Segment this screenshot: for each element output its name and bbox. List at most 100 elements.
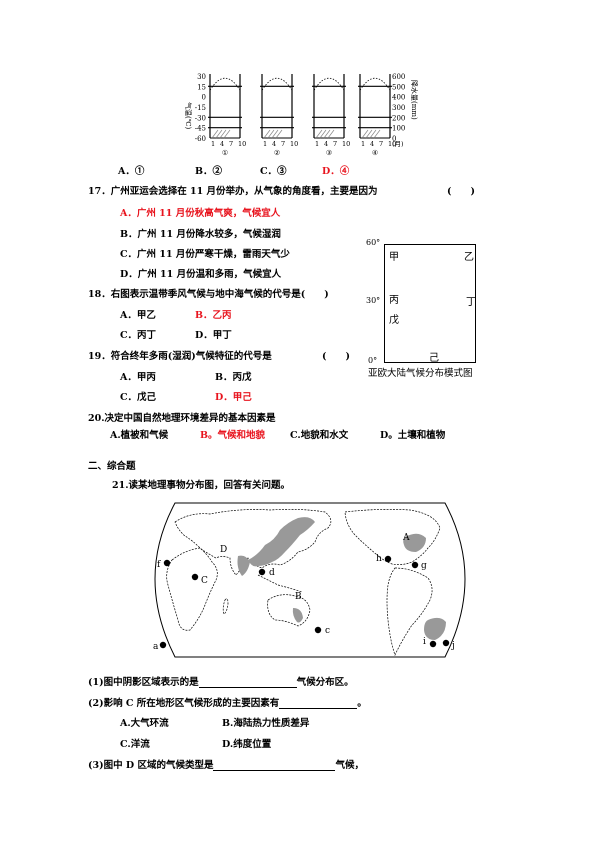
q21-sub2-option-c[interactable]: C.洋流 [120, 736, 150, 750]
map-point-j [442, 639, 450, 647]
diagram-caption: 亚欧大陆气候分布模式图 [368, 368, 473, 379]
climate-chart-3: 1 4 7 10 ③ [312, 74, 350, 157]
map-label-d: d [269, 568, 275, 578]
chart-id-label: ③ [326, 149, 332, 157]
right-axis-tick: 200 [392, 114, 405, 122]
q19-option-b[interactable]: B．丙戊 [215, 369, 252, 383]
q17-stem: 17．广州亚运会选择在 11 月份举办，从气象的角度看，主要是因为 [88, 186, 378, 197]
chart-id-label: ② [274, 149, 280, 157]
month-tick: 7 [333, 140, 337, 148]
region-bing: 丙 [389, 295, 399, 306]
left-axis-tick: -30 [195, 114, 206, 122]
month-tick: 1 [263, 140, 267, 148]
q17-option-d[interactable]: D．广州 11 月份温和多雨，气候宜人 [120, 266, 281, 280]
q21-sub3-blank[interactable] [213, 760, 336, 771]
australia-coast [267, 594, 311, 627]
month-tick: 7 [281, 140, 285, 148]
month-tick: 7 [379, 140, 383, 148]
q17-option-a[interactable]: A．广州 11 月份秋高气爽，气候宜人 [120, 205, 280, 219]
q19-option-d[interactable]: D．甲己 [215, 389, 252, 403]
month-tick: 4 [220, 140, 224, 148]
q20-option-b[interactable]: B。气候和地貌 [200, 427, 265, 441]
month-tick: 7 [229, 140, 233, 148]
q19-option-c[interactable]: C．戊己 [120, 389, 156, 403]
q17-answer-paren[interactable]: ( ) [447, 183, 475, 197]
right-axis-tick: 600 [392, 73, 405, 81]
map-label-f: f [157, 560, 161, 570]
climate-chart-2: 1 4 7 10 ② [260, 74, 298, 157]
map-point-g [411, 561, 419, 569]
q21-sub1-blank[interactable] [198, 677, 297, 688]
map-label-a: a [153, 642, 159, 652]
chart-id-label: ① [222, 149, 228, 157]
region-ding: 丁 [466, 297, 476, 308]
q16-option-a[interactable]: A．① [118, 163, 144, 177]
map-label-C: C [201, 576, 208, 586]
map-point-i [429, 640, 437, 648]
climate-charts-figure: 气温(℃) 降水量(mm) 30 15 0 -15 -30 -45 -60 600 500 40… [180, 72, 420, 160]
q20-option-c[interactable]: C.地貌和水文 [290, 427, 348, 441]
month-tick: 4 [370, 140, 374, 148]
q20-option-d[interactable]: D。土壤和植物 [380, 427, 445, 441]
q21-sub1-prefix: (1)图中阴影区域表示的是 [88, 677, 199, 688]
month-tick: 10 [290, 140, 298, 148]
q21-sub3: (3)图中 D 区域的气候类型是 气候， [88, 757, 364, 771]
left-axis-tick: -45 [195, 125, 206, 133]
left-axis-tick: -15 [195, 104, 206, 112]
month-tick: 4 [272, 140, 276, 148]
left-axis-tick: -60 [195, 135, 206, 143]
q18-option-c[interactable]: C．丙丁 [120, 327, 156, 341]
q17-option-c[interactable]: C．广州 11 月份严寒干燥，雷雨天气少 [120, 246, 290, 260]
madagascar-coast [222, 598, 229, 615]
q16-option-b[interactable]: B．② [195, 163, 222, 177]
world-distribution-map: fDeCdBcahAgij [142, 497, 470, 660]
q20-stem: 20.决定中国自然地理环境差异的基本因素是 [88, 413, 276, 424]
q21-sub2-blank[interactable] [279, 698, 358, 709]
map-point-c [314, 626, 322, 634]
africa-coast [166, 547, 218, 631]
q21-sub2-option-a[interactable]: A.大气环流 [120, 715, 169, 729]
q18-option-a[interactable]: A．甲乙 [120, 307, 156, 321]
right-axis-label: 降水量(mm) [410, 80, 419, 120]
q16-option-c[interactable]: C．③ [260, 163, 287, 177]
map-label-A: A [402, 533, 410, 543]
q18-stem: 18．右图表示温带季风气候与地中海气候的代号是( ) [88, 289, 329, 300]
q18-option-d[interactable]: D．甲丁 [195, 327, 232, 341]
q18-option-b[interactable]: B．乙丙 [195, 307, 232, 321]
map-point-C [191, 573, 199, 581]
q17-option-b[interactable]: B．广州 11 月份降水较多，气候湿润 [120, 226, 281, 240]
q21-sub2-option-d[interactable]: D.纬度位置 [222, 736, 271, 750]
region-jia: 甲 [389, 252, 399, 263]
q21-sub1-suffix: 气候分布区。 [296, 677, 354, 688]
climate-charts-svg: 气温(℃) 降水量(mm) 30 15 0 -15 -30 -45 -60 600 500 40… [184, 73, 419, 157]
month-tick: 10 [342, 140, 350, 148]
month-tick: 1 [315, 140, 319, 148]
q21-sub2-prefix: (2)影响 C 所在地形区气候形成的主要因素有 [88, 698, 280, 709]
temperature-curve [313, 77, 345, 91]
temperature-curve [209, 77, 241, 91]
section-2-title: 二、综合题 [88, 461, 136, 472]
map-point-a [159, 641, 167, 649]
map-label-j: j [451, 641, 455, 651]
map-label-D: D [220, 545, 227, 555]
left-axis-tick: 0 [202, 94, 206, 102]
q21-sub2: (2)影响 C 所在地形区气候形成的主要因素有 。 [88, 695, 367, 709]
q16-option-d[interactable]: D．④ [322, 163, 349, 177]
q19-answer-paren[interactable]: ( ) [322, 348, 350, 362]
right-axis-tick: 400 [392, 94, 405, 102]
shaded-region-south-asia [237, 555, 250, 576]
map-label-i: i [423, 637, 426, 647]
shaded-region-south-america [424, 617, 446, 640]
region-wu: 戊 [389, 315, 399, 326]
q21-sub3-suffix: 气候， [335, 760, 364, 771]
map-label-c: c [325, 626, 330, 636]
q20-option-a[interactable]: A.植被和气候 [110, 427, 168, 441]
q21-sub2-option-b[interactable]: B.海陆热力性质差异 [222, 715, 309, 729]
map-point-h [384, 555, 392, 563]
month-tick: 4 [324, 140, 328, 148]
q19-option-a[interactable]: A．甲丙 [120, 369, 156, 383]
region-ji: 己 [429, 353, 439, 364]
map-label-g: g [421, 561, 427, 571]
chart-id-label: ④ [372, 149, 378, 157]
shaded-region-australia [292, 608, 303, 623]
